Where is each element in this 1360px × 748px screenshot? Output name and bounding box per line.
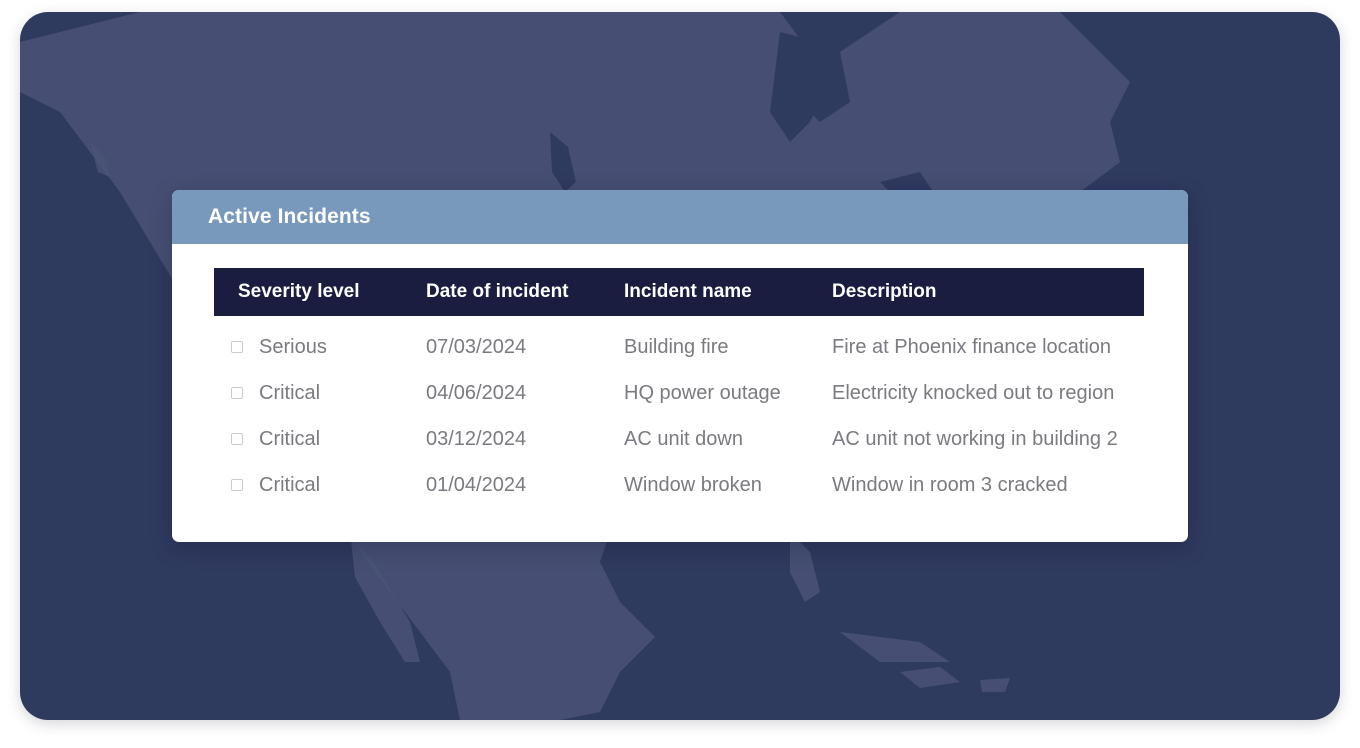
table-row[interactable]: Critical 04/06/2024 HQ power outage Elec… [214,370,1144,416]
active-incidents-panel: Active Incidents Severity level Date of … [172,190,1188,542]
incident-name-cell: HQ power outage [624,381,781,404]
severity-text: Serious [259,335,327,358]
map-island [900,667,960,688]
row-checkbox[interactable] [231,479,243,491]
severity-text: Critical [259,473,321,496]
map-island [840,632,950,662]
row-checkbox[interactable] [231,433,243,445]
row-checkbox[interactable] [231,341,243,353]
description-cell: Electricity knocked out to region [832,381,1115,404]
column-header-date: Date of incident [426,281,569,302]
panel-title: Active Incidents [208,205,371,228]
column-header-name: Incident name [624,281,752,302]
incidents-table: Severity level Date of incident Incident… [214,268,1144,508]
description-cell: Fire at Phoenix finance location [832,335,1112,358]
date-cell: 03/12/2024 [426,427,527,450]
severity-cell: Critical [214,462,426,508]
severity-text: Critical [259,381,321,404]
date-cell: 07/03/2024 [426,335,527,358]
date-cell: 04/06/2024 [426,381,527,404]
severity-cell: Serious [214,316,426,370]
severity-cell: Critical [214,416,426,462]
description-cell: AC unit not working in building 2 [832,427,1118,450]
description-cell: Window in room 3 cracked [832,473,1068,496]
map-island [980,678,1010,692]
row-checkbox[interactable] [231,387,243,399]
date-cell: 01/04/2024 [426,473,527,496]
severity-cell: Critical [214,370,426,416]
incident-name-cell: Building fire [624,335,729,358]
column-header-description: Description [832,281,937,302]
table-row[interactable]: Critical 01/04/2024 Window broken Window… [214,462,1144,508]
table-row[interactable]: Critical 03/12/2024 AC unit down AC unit… [214,416,1144,462]
severity-text: Critical [259,427,321,450]
column-header-severity: Severity level [238,281,360,302]
panel-header: Active Incidents [172,190,1188,244]
incident-name-cell: AC unit down [624,427,743,450]
table-header-row: Severity level Date of incident Incident… [214,268,1144,316]
table-row[interactable]: Serious 07/03/2024 Building fire Fire at… [214,316,1144,370]
incident-name-cell: Window broken [624,473,762,496]
